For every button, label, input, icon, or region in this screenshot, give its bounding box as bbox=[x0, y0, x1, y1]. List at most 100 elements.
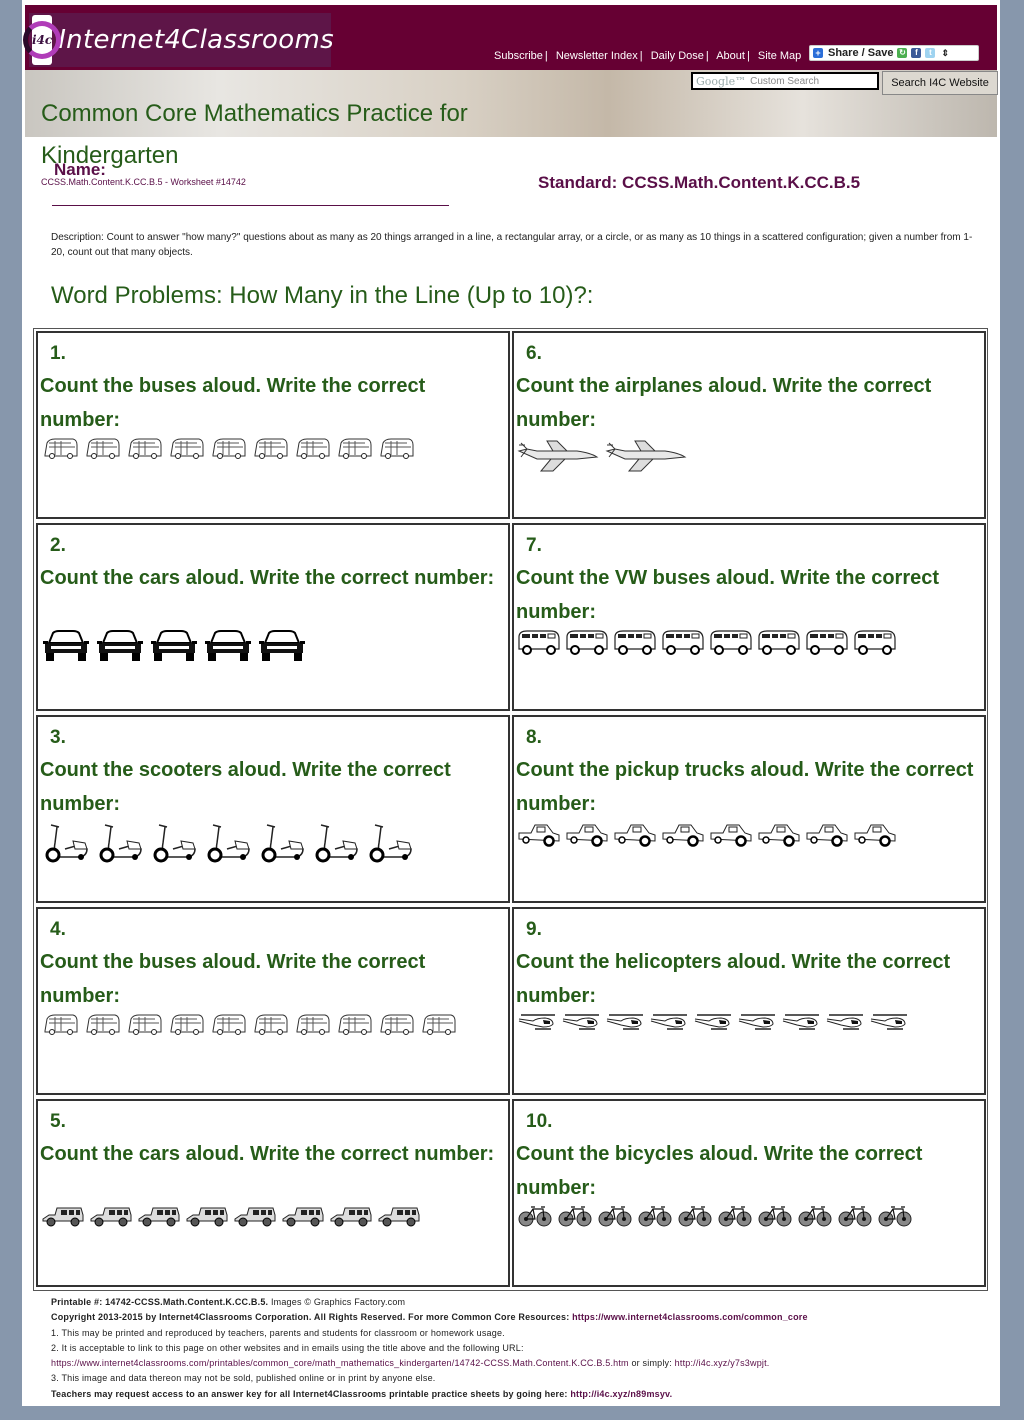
problem-4: 4. Count the buses aloud. Write the corr… bbox=[36, 907, 510, 1095]
scooter-icon bbox=[149, 821, 199, 868]
icon-row bbox=[41, 1205, 425, 1232]
helicopter-icon bbox=[693, 1013, 733, 1036]
car-vintage-icon bbox=[377, 1205, 421, 1232]
pickup-truck-icon bbox=[565, 821, 609, 852]
helicopter-icon bbox=[649, 1013, 689, 1036]
bicycle-icon bbox=[717, 1205, 753, 1232]
problem-question: Count the buses aloud. Write the correct… bbox=[40, 951, 426, 1007]
bicycle-icon bbox=[637, 1205, 673, 1232]
helicopter-icon bbox=[781, 1013, 821, 1036]
share-save-button[interactable]: + Share / Save ↻ f t ⇕ bbox=[809, 45, 979, 61]
problem-number: 2. bbox=[50, 535, 66, 556]
problem-6: 6. Count the airplanes aloud. Write the … bbox=[512, 331, 986, 519]
problem-5: 5. Count the cars aloud. Write the corre… bbox=[36, 1099, 510, 1287]
problem-number: 1. bbox=[50, 343, 66, 364]
bus-icon bbox=[419, 1013, 457, 1042]
nav-about[interactable]: About bbox=[716, 50, 745, 62]
answer-key-link[interactable]: http://i4c.xyz/n89msyv. bbox=[570, 1389, 672, 1399]
page: i4c Internet4Classrooms Subscribe | Newsl… bbox=[22, 0, 1000, 1406]
car-vintage-icon bbox=[89, 1205, 133, 1232]
bus-icon bbox=[41, 1013, 79, 1042]
bicycle-icon bbox=[877, 1205, 913, 1232]
problem-8: 8. Count the pickup trucks aloud. Write … bbox=[512, 715, 986, 903]
problem-grid: 1. Count the buses aloud. Write the corr… bbox=[33, 328, 988, 1291]
facebook-icon: f bbox=[911, 48, 922, 58]
bicycle-icon bbox=[757, 1205, 793, 1232]
note-3: 3. This image and data thereon may not b… bbox=[51, 1373, 436, 1384]
bus-icon bbox=[167, 1013, 205, 1042]
description: Description: Count to answer "how many?"… bbox=[51, 232, 973, 258]
share-green-icon: ↻ bbox=[897, 48, 908, 58]
bus-icon bbox=[377, 1013, 415, 1042]
vw-bus-icon bbox=[565, 629, 609, 662]
problem-question: Count the buses aloud. Write the correct… bbox=[40, 375, 426, 431]
nav-newsletter-index[interactable]: Newsletter Index bbox=[556, 50, 638, 62]
scooter-icon bbox=[257, 821, 307, 868]
problem-question: Count the cars aloud. Write the correct … bbox=[40, 567, 495, 589]
bus-icon bbox=[41, 437, 79, 466]
worksheet-id: CCSS.Math.Content.K.CC.B.5 - Worksheet #… bbox=[41, 177, 246, 187]
vw-bus-icon bbox=[853, 629, 897, 662]
pickup-truck-icon bbox=[517, 821, 561, 852]
bus-icon bbox=[167, 437, 205, 466]
bus-icon bbox=[293, 437, 331, 466]
i4c-logo-icon: i4c bbox=[23, 15, 62, 65]
search-input[interactable]: Google™ Custom Search bbox=[691, 72, 879, 90]
car-front-icon bbox=[41, 629, 91, 668]
icon-row bbox=[517, 821, 901, 852]
bicycle-icon bbox=[517, 1205, 553, 1232]
section-title: Word Problems: How Many in the Line (Up … bbox=[51, 282, 594, 309]
car-vintage-icon bbox=[137, 1205, 181, 1232]
problem-3: 3. Count the scooters aloud. Write the c… bbox=[36, 715, 510, 903]
bus-icon bbox=[125, 1013, 163, 1042]
pickup-truck-icon bbox=[613, 821, 657, 852]
airplane-icon bbox=[605, 437, 689, 478]
problem-question: Count the cars aloud. Write the correct … bbox=[40, 1143, 495, 1165]
problem-question: Count the bicycles aloud. Write the corr… bbox=[516, 1143, 923, 1199]
helicopter-icon bbox=[517, 1013, 557, 1036]
problem-question: Count the airplanes aloud. Write the cor… bbox=[516, 375, 932, 431]
problem-number: 3. bbox=[50, 727, 66, 748]
problem-1: 1. Count the buses aloud. Write the corr… bbox=[36, 331, 510, 519]
problem-question: Count the scooters aloud. Write the corr… bbox=[40, 759, 451, 815]
footer: Printable #: 14742-CCSS.Math.Content.K.C… bbox=[51, 1295, 991, 1402]
problem-number: 4. bbox=[50, 919, 66, 940]
nav-daily-dose[interactable]: Daily Dose bbox=[651, 50, 704, 62]
site-logo[interactable]: i4c Internet4Classrooms bbox=[23, 13, 334, 67]
nav-site-map[interactable]: Site Map bbox=[758, 50, 801, 62]
problem-question: Count the VW buses aloud. Write the corr… bbox=[516, 567, 940, 623]
problem-number: 10. bbox=[526, 1111, 553, 1132]
airplane-icon bbox=[517, 437, 601, 478]
share-label: Share / Save bbox=[828, 47, 894, 59]
scooter-icon bbox=[365, 821, 415, 868]
expand-icon: ⇕ bbox=[941, 47, 949, 58]
standard-label: Standard: CCSS.Math.Content.K.CC.B.5 bbox=[538, 173, 861, 192]
images-credit: Images © Graphics Factory.com bbox=[270, 1297, 406, 1307]
problem-number: 7. bbox=[526, 535, 542, 556]
search-button[interactable]: Search I4C Website bbox=[882, 71, 998, 95]
car-vintage-icon bbox=[233, 1205, 277, 1232]
twitter-icon: t bbox=[925, 48, 936, 58]
page-url-link[interactable]: https://www.internet4classrooms.com/prin… bbox=[51, 1358, 629, 1368]
nav-subscribe[interactable]: Subscribe bbox=[494, 50, 543, 62]
scooter-icon bbox=[311, 821, 361, 868]
icon-row bbox=[517, 629, 901, 662]
problem-10: 10. Count the bicycles aloud. Write the … bbox=[512, 1099, 986, 1287]
common-core-link[interactable]: https://www.internet4classrooms.com/comm… bbox=[572, 1312, 808, 1322]
helicopter-icon bbox=[561, 1013, 601, 1036]
bus-icon bbox=[209, 1013, 247, 1042]
bicycle-icon bbox=[597, 1205, 633, 1232]
or-simply: or simply: bbox=[631, 1358, 672, 1369]
scooter-icon bbox=[203, 821, 253, 868]
search-placeholder: Custom Search bbox=[750, 75, 820, 87]
helicopter-icon bbox=[869, 1013, 909, 1036]
car-front-icon bbox=[149, 629, 199, 668]
bus-icon bbox=[251, 1013, 289, 1042]
google-logo: Google™ bbox=[696, 74, 747, 88]
problem-number: 5. bbox=[50, 1111, 66, 1132]
printable-id: Printable #: 14742-CCSS.Math.Content.K.C… bbox=[51, 1297, 269, 1307]
short-url-link[interactable]: http://i4c.xyz/y7s3wpjt. bbox=[675, 1358, 770, 1368]
helicopter-icon bbox=[605, 1013, 645, 1036]
bus-icon bbox=[83, 1013, 121, 1042]
car-vintage-icon bbox=[41, 1205, 85, 1232]
